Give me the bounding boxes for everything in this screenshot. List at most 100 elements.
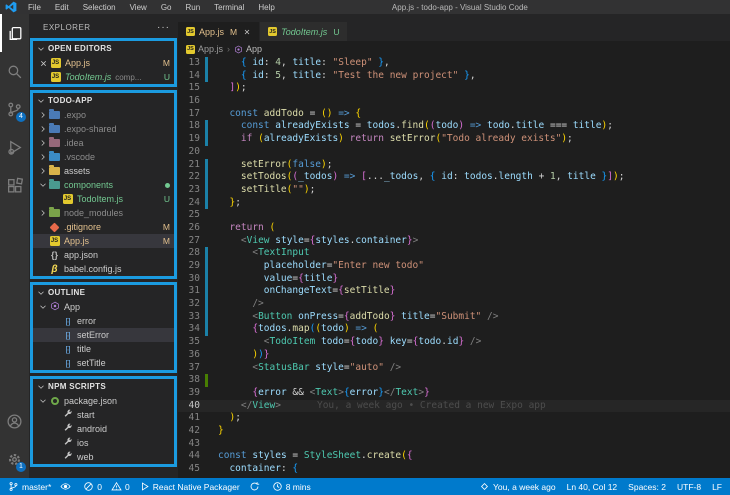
close-editor-icon[interactable] bbox=[37, 59, 49, 68]
breadcrumb-symbol[interactable]: App bbox=[246, 44, 262, 54]
tree-item-node-modules[interactable]: node_modules bbox=[33, 206, 174, 220]
tree-item-seterror[interactable]: [∙] setError bbox=[33, 328, 174, 342]
activity-explorer[interactable] bbox=[0, 14, 29, 52]
tree-item-android[interactable]: android bbox=[33, 422, 174, 436]
tree-item-components[interactable]: components bbox=[33, 178, 174, 192]
chevron-right-icon[interactable] bbox=[37, 124, 48, 135]
code-line-40[interactable]: 40 </View> You, a week ago • Created a ne… bbox=[178, 399, 730, 413]
code-line-13[interactable]: 13 { id: 4, title: "Sleep" }, bbox=[178, 57, 730, 70]
code-line-32[interactable]: 32 /> bbox=[178, 298, 730, 311]
code-editor[interactable]: 13 { id: 4, title: "Sleep" }, 14 { id: 5,… bbox=[178, 57, 730, 478]
chevron-down-icon[interactable] bbox=[37, 180, 48, 191]
tab-app-js[interactable]: JS App.js M bbox=[178, 22, 260, 41]
menu-item-edit[interactable]: Edit bbox=[48, 0, 76, 14]
menu-item-help[interactable]: Help bbox=[251, 0, 281, 14]
tree-item-app-json[interactable]: {} app.json bbox=[33, 248, 174, 262]
section-header-outline[interactable]: OUTLINE bbox=[33, 285, 174, 300]
tree-item-babel-config-js[interactable]: β babel.config.js bbox=[33, 262, 174, 276]
code-line-45[interactable]: 45 container: { bbox=[178, 463, 730, 476]
code-line-22[interactable]: 22 setTodos((_todos) => [..._todos, { id… bbox=[178, 171, 730, 184]
chevron-right-icon[interactable] bbox=[37, 166, 48, 177]
tree-item-title[interactable]: [∙] title bbox=[33, 342, 174, 356]
code-line-26[interactable]: 26 return ( bbox=[178, 222, 730, 235]
code-line-34[interactable]: 34 {todos.map((todo) => ( bbox=[178, 323, 730, 337]
menu-item-file[interactable]: File bbox=[21, 0, 48, 14]
code-line-44[interactable]: 44 const styles = StyleSheet.create({ bbox=[178, 450, 730, 463]
code-line-14[interactable]: 14 { id: 5, title: "Test the new project… bbox=[178, 69, 730, 83]
activity-run-debug[interactable] bbox=[0, 128, 29, 166]
status-you-a-week-ago[interactable]: You, a week ago bbox=[479, 481, 556, 492]
status-0[interactable]: 0 bbox=[83, 481, 102, 492]
code-line-28[interactable]: 28 <TextInput bbox=[178, 247, 730, 260]
chevron-right-icon[interactable] bbox=[37, 208, 48, 219]
code-line-31[interactable]: 31 onChangeText={setTitle} bbox=[178, 285, 730, 299]
code-line-16[interactable]: 16 bbox=[178, 95, 730, 108]
status-8-mins[interactable]: 8 mins bbox=[272, 481, 311, 492]
chevron-down-icon[interactable] bbox=[37, 302, 48, 313]
menu-item-selection[interactable]: Selection bbox=[76, 0, 123, 14]
code-line-29[interactable]: 29 placeholder="Enter new todo" bbox=[178, 260, 730, 273]
code-line-33[interactable]: 33 <Button onPress={addTodo} title="Subm… bbox=[178, 310, 730, 324]
tree-item--expo-shared[interactable]: .expo-shared bbox=[33, 122, 174, 136]
code-line-21[interactable]: 21 setError(false); bbox=[178, 158, 730, 172]
status-eye-icon[interactable] bbox=[60, 481, 74, 492]
activity-settings[interactable]: 1 bbox=[0, 440, 29, 478]
breadcrumb-file[interactable]: App.js bbox=[198, 44, 223, 54]
section-header-npm-scripts[interactable]: NPM SCRIPTS bbox=[33, 379, 174, 394]
menu-item-terminal[interactable]: Terminal bbox=[207, 0, 251, 14]
code-line-17[interactable]: 17 const addTodo = () => { bbox=[178, 108, 730, 121]
status-react-native-packager[interactable]: React Native Packager bbox=[139, 481, 240, 492]
activity-search[interactable] bbox=[0, 52, 29, 90]
code-line-41[interactable]: 41 ); bbox=[178, 412, 730, 425]
code-line-15[interactable]: 15 ]); bbox=[178, 82, 730, 95]
more-actions-icon[interactable]: ··· bbox=[157, 22, 170, 33]
tree-item-start[interactable]: start bbox=[33, 408, 174, 422]
code-line-25[interactable]: 25 bbox=[178, 209, 730, 222]
code-line-35[interactable]: 35 <TodoItem todo={todo} key={todo.id} /… bbox=[178, 336, 730, 349]
open-editor-todoitem-js[interactable]: JS TodoItem.js comp... U bbox=[33, 70, 174, 84]
activity-extensions[interactable] bbox=[0, 166, 29, 204]
tree-item--gitignore[interactable]: .gitignore M bbox=[33, 220, 174, 234]
code-line-42[interactable]: 42} bbox=[178, 425, 730, 438]
status-master-[interactable]: master* bbox=[8, 481, 51, 492]
status-utf-8[interactable]: UTF-8 bbox=[677, 482, 701, 492]
code-line-19[interactable]: 19 if (alreadyExists) return setError("T… bbox=[178, 133, 730, 146]
code-line-43[interactable]: 43 bbox=[178, 438, 730, 451]
code-line-36[interactable]: 36 ))} bbox=[178, 349, 730, 362]
code-line-39[interactable]: 39 {error && <Text>{error}</Text>} bbox=[178, 387, 730, 400]
activity-source-control[interactable]: 4 bbox=[0, 90, 29, 128]
code-line-20[interactable]: 20 bbox=[178, 146, 730, 159]
status-0[interactable]: 0 bbox=[111, 481, 130, 492]
section-header-open-editors[interactable]: OPEN EDITORS bbox=[33, 41, 174, 56]
code-line-38[interactable]: 38 bbox=[178, 374, 730, 387]
tree-item-todoitem-js[interactable]: JS TodoItem.js U bbox=[33, 192, 174, 206]
close-tab-icon[interactable] bbox=[243, 28, 251, 36]
tree-item-app[interactable]: App bbox=[33, 300, 174, 314]
tree-item-ios[interactable]: ios bbox=[33, 436, 174, 450]
chevron-right-icon[interactable] bbox=[37, 138, 48, 149]
section-header-todo-app[interactable]: TODO-APP bbox=[33, 93, 174, 108]
code-line-30[interactable]: 30 value={title} bbox=[178, 272, 730, 286]
tree-item-assets[interactable]: assets bbox=[33, 164, 174, 178]
tree-item-settitle[interactable]: [∙] setTitle bbox=[33, 356, 174, 370]
status-spaces-2[interactable]: Spaces: 2 bbox=[628, 482, 666, 492]
menu-item-run[interactable]: Run bbox=[178, 0, 207, 14]
chevron-right-icon[interactable] bbox=[37, 110, 48, 121]
status-lf[interactable]: LF bbox=[712, 482, 722, 492]
tab-todoitem-js[interactable]: JS TodoItem.js U bbox=[260, 22, 348, 41]
status-ln-40-col-12[interactable]: Ln 40, Col 12 bbox=[567, 482, 618, 492]
code-line-27[interactable]: 27 <View style={styles.container}> bbox=[178, 235, 730, 248]
tree-item-error[interactable]: [∙] error bbox=[33, 314, 174, 328]
tree-item--idea[interactable]: .idea bbox=[33, 136, 174, 150]
chevron-right-icon[interactable] bbox=[37, 152, 48, 163]
code-line-23[interactable]: 23 setTitle(""); bbox=[178, 183, 730, 197]
open-editor-app-js[interactable]: JS App.js M bbox=[33, 56, 174, 70]
activity-account[interactable] bbox=[0, 402, 29, 440]
code-line-24[interactable]: 24 }; bbox=[178, 196, 730, 210]
code-line-18[interactable]: 18 const alreadyExists = todos.find((tod… bbox=[178, 120, 730, 134]
menu-item-go[interactable]: Go bbox=[154, 0, 179, 14]
tree-item-package-json[interactable]: package.json bbox=[33, 394, 174, 408]
breadcrumb[interactable]: JS App.js › App bbox=[178, 41, 730, 57]
tree-item--vscode[interactable]: .vscode bbox=[33, 150, 174, 164]
menu-item-view[interactable]: View bbox=[123, 0, 154, 14]
